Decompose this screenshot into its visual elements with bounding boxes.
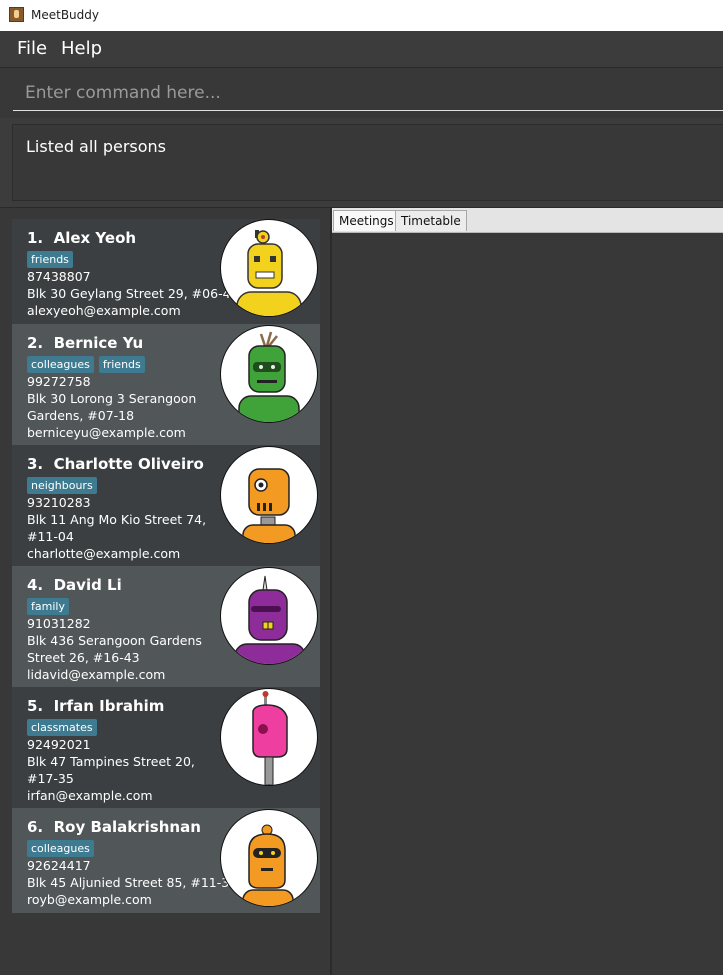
person-address-line-2: #17-35 bbox=[27, 771, 74, 786]
tag-list: colleagues friends bbox=[27, 355, 150, 373]
right-panel: Meetings Timetable bbox=[332, 208, 723, 975]
person-phone: 99272758 bbox=[27, 374, 91, 389]
tag-list: neighbours bbox=[27, 476, 102, 494]
tab-meetings[interactable]: Meetings bbox=[333, 210, 400, 231]
menu-bar: File Help bbox=[0, 31, 723, 68]
window-title: MeetBuddy bbox=[31, 8, 99, 22]
person-email: irfan@example.com bbox=[27, 788, 153, 803]
person-card[interactable]: 1. Alex Yeoh friends 87438807 Blk 30 Gey… bbox=[12, 219, 320, 324]
person-address: Blk 47 Tampines Street 20, bbox=[27, 754, 195, 769]
result-display: Listed all persons bbox=[12, 124, 723, 201]
person-address: Blk 45 Aljunied Street 85, #11-31 bbox=[27, 875, 238, 890]
menu-file[interactable]: File bbox=[17, 38, 47, 59]
person-name: 2. Bernice Yu bbox=[27, 334, 144, 352]
person-address: Blk 30 Geylang Street 29, #06-40 bbox=[27, 286, 239, 301]
tag-list: colleagues bbox=[27, 839, 99, 857]
tag: classmates bbox=[27, 719, 97, 736]
person-name: 4. David Li bbox=[27, 576, 122, 594]
robot-icon bbox=[252, 691, 288, 785]
person-phone: 91031282 bbox=[27, 616, 91, 631]
person-list-panel[interactable]: 1. Alex Yeoh friends 87438807 Blk 30 Gey… bbox=[0, 208, 330, 975]
person-email: charlotte@example.com bbox=[27, 546, 181, 561]
person-card[interactable]: 5. Irfan Ibrahim classmates 92492021 Blk… bbox=[12, 687, 320, 808]
result-message: Listed all persons bbox=[26, 137, 167, 156]
avatar bbox=[220, 325, 318, 423]
tag: colleagues bbox=[27, 840, 94, 857]
person-card[interactable]: 3. Charlotte Oliveiro neighbours 9321028… bbox=[12, 445, 320, 566]
person-name: 5. Irfan Ibrahim bbox=[27, 697, 165, 715]
tab-timetable[interactable]: Timetable bbox=[395, 210, 467, 231]
person-address: Blk 30 Lorong 3 Serangoon bbox=[27, 391, 197, 406]
person-email: berniceyu@example.com bbox=[27, 425, 186, 440]
avatar bbox=[220, 567, 318, 665]
tag: friends bbox=[98, 356, 145, 373]
person-email: alexyeoh@example.com bbox=[27, 303, 181, 318]
robot-icon bbox=[234, 575, 306, 664]
command-input[interactable] bbox=[13, 75, 723, 111]
person-name: 1. Alex Yeoh bbox=[27, 229, 137, 247]
app-icon bbox=[9, 7, 24, 22]
tag: friends bbox=[27, 251, 73, 268]
robot-icon bbox=[238, 331, 300, 422]
person-address: Blk 11 Ang Mo Kio Street 74, bbox=[27, 512, 207, 527]
robot-icon bbox=[242, 824, 294, 906]
tag-list: friends bbox=[27, 250, 78, 268]
person-address-line-2: Gardens, #07-18 bbox=[27, 408, 135, 423]
title-bar: MeetBuddy bbox=[0, 0, 723, 32]
avatar bbox=[220, 688, 318, 786]
person-phone: 87438807 bbox=[27, 269, 91, 284]
person-address: Blk 436 Serangoon Gardens bbox=[27, 633, 202, 648]
person-card[interactable]: 6. Roy Balakrishnan colleagues 92624417 … bbox=[12, 808, 320, 913]
person-phone: 92492021 bbox=[27, 737, 91, 752]
person-address-line-2: Street 26, #16-43 bbox=[27, 650, 140, 665]
person-address-line-2: #11-04 bbox=[27, 529, 74, 544]
person-card[interactable]: 4. David Li family 91031282 Blk 436 Sera… bbox=[12, 566, 320, 687]
robot-icon bbox=[242, 468, 296, 543]
menu-help[interactable]: Help bbox=[61, 38, 102, 59]
person-email: royb@example.com bbox=[27, 892, 152, 907]
tag-list: classmates bbox=[27, 718, 102, 736]
person-name: 6. Roy Balakrishnan bbox=[27, 818, 201, 836]
robot-icon bbox=[236, 230, 302, 316]
avatar bbox=[220, 219, 318, 317]
person-name: 3. Charlotte Oliveiro bbox=[27, 455, 204, 473]
person-phone: 92624417 bbox=[27, 858, 91, 873]
avatar bbox=[220, 446, 318, 544]
tag: neighbours bbox=[27, 477, 97, 494]
avatar bbox=[220, 809, 318, 907]
person-card[interactable]: 2. Bernice Yu colleagues friends 99272758… bbox=[12, 324, 320, 445]
tag-list: family bbox=[27, 597, 74, 615]
tag: family bbox=[27, 598, 69, 615]
person-phone: 93210283 bbox=[27, 495, 91, 510]
tab-strip: Meetings Timetable bbox=[332, 208, 723, 233]
person-email: lidavid@example.com bbox=[27, 667, 166, 682]
tag: colleagues bbox=[27, 356, 94, 373]
